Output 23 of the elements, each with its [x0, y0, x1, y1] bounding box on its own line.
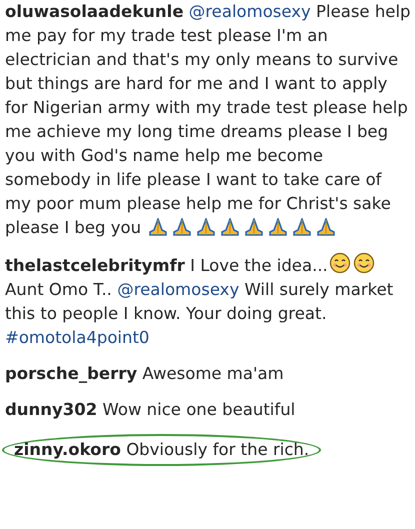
comment-text: dunny302 Wow nice one beautiful	[5, 399, 296, 421]
username-link[interactable]: porsche_berry	[5, 364, 138, 383]
username-link[interactable]: oluwasolaadekunle	[5, 2, 184, 21]
mention-link[interactable]: @realomosexy	[117, 280, 240, 299]
praying-hands-icon	[267, 218, 290, 236]
comment-text: oluwasolaadekunle @realomosexy Please help me pay for my trade test please I'm an electrician and that's my only means to survive but things are hard for me and I want to apply for Nigerian army with my trade test please help me achieve my long time dreams please I beg you with God's name help me become somebody in life please I want to take care of my poor mum please help me for Christ's sake please I beg you	[5, 1, 411, 239]
mention-link[interactable]: #omotola4point0	[5, 328, 150, 347]
comment-text: thelastcelebritymfr I Love the idea... Aunt Omo T.. @realomosexy Will surely market this to people I know. Your doing great. #omotola4point0	[5, 252, 411, 350]
comment-text: porsche_berry Awesome ma'am	[5, 363, 285, 385]
praying-hands-icon	[147, 218, 170, 236]
praying-hands-icon	[195, 218, 218, 236]
praying-hands-icon	[171, 218, 194, 236]
username-link[interactable]: dunny302	[5, 400, 98, 419]
smiley-icon	[328, 252, 351, 274]
username-link[interactable]: zinny.okoro	[14, 440, 121, 459]
mention-link[interactable]: @realomosexy	[188, 2, 311, 21]
username-link[interactable]: thelastcelebritymfr	[5, 256, 185, 275]
praying-hands-icon	[291, 218, 314, 236]
praying-hands-icon	[219, 218, 242, 236]
praying-hands-icon	[315, 218, 338, 236]
highlighted-comment: zinny.okoro Obviously for the rich.	[2, 434, 322, 466]
praying-hands-icon	[243, 218, 266, 236]
smiley-icon	[352, 252, 375, 274]
